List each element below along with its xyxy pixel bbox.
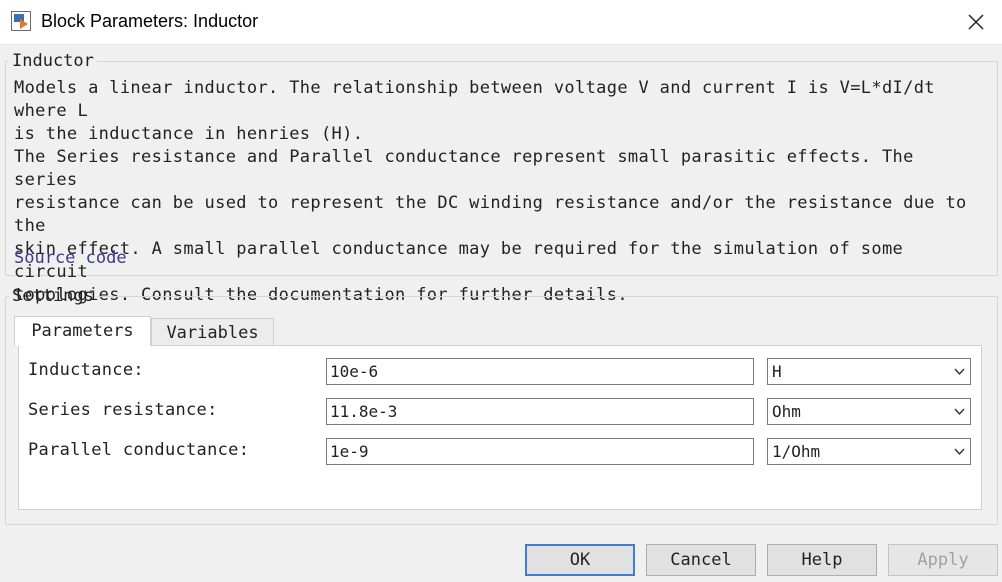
inductance-unit-select[interactable]: H <box>767 358 971 385</box>
series-resistance-label: Series resistance: <box>28 400 218 420</box>
cancel-button[interactable]: Cancel <box>646 544 756 576</box>
block-description: Models a linear inductor. The relationsh… <box>14 78 935 144</box>
parallel-conductance-unit-value: 1/Ohm <box>772 442 821 461</box>
parallel-conductance-unit-select[interactable]: 1/Ohm <box>767 438 971 465</box>
ok-button[interactable]: OK <box>525 544 635 576</box>
parameters-panel: Inductance: 10e-6 H Series resistance: 1… <box>18 345 982 510</box>
tab-variables[interactable]: Variables <box>151 318 274 346</box>
help-button[interactable]: Help <box>767 544 877 576</box>
close-icon <box>968 14 984 30</box>
tab-parameters[interactable]: Parameters <box>14 316 151 346</box>
chevron-down-icon <box>954 448 965 456</box>
title-bar: Block Parameters: Inductor <box>0 0 1002 45</box>
inductance-unit-value: H <box>772 362 782 381</box>
series-resistance-input[interactable]: 11.8e-3 <box>326 398 754 425</box>
block-description-parasitics: The Series resistance and Parallel condu… <box>14 147 967 305</box>
parallel-conductance-label: Parallel conductance: <box>28 440 250 460</box>
inductor-group-label: Inductor <box>12 51 94 71</box>
window-title: Block Parameters: Inductor <box>41 11 259 31</box>
inductance-label: Inductance: <box>28 360 144 380</box>
settings-group-label: Settings <box>12 286 94 306</box>
chevron-down-icon <box>954 408 965 416</box>
tab-variables-label: Variables <box>166 323 259 343</box>
series-resistance-unit-select[interactable]: Ohm <box>767 398 971 425</box>
close-button[interactable] <box>950 0 1002 44</box>
inductance-input[interactable]: 10e-6 <box>326 358 754 385</box>
source-code-link[interactable]: Source code <box>14 248 127 268</box>
chevron-down-icon <box>954 368 965 376</box>
series-resistance-unit-value: Ohm <box>772 402 801 421</box>
simulink-block-icon <box>11 11 31 31</box>
tab-parameters-label: Parameters <box>31 321 134 341</box>
apply-button[interactable]: Apply <box>888 544 998 576</box>
parallel-conductance-input[interactable]: 1e-9 <box>326 438 754 465</box>
